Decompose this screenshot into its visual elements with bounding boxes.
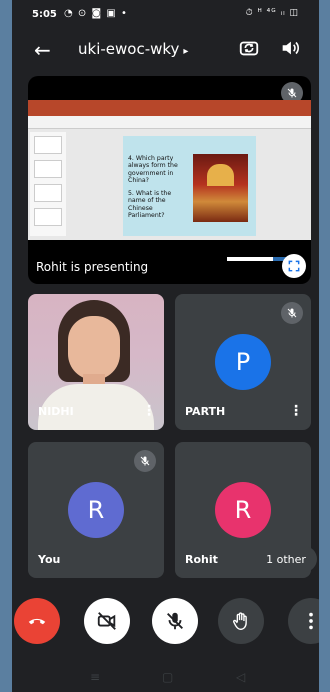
end-call-button[interactable]	[14, 598, 60, 644]
slide-thumbnail	[34, 160, 62, 178]
mic-off-icon	[167, 612, 183, 630]
parliament-emblem	[207, 164, 234, 186]
avatar: R	[68, 482, 124, 538]
slide-question-5: 5. What is the name of the Chinese Parli…	[128, 189, 172, 220]
fullscreen-button[interactable]	[282, 254, 306, 278]
recents-icon[interactable]: ≡	[90, 670, 100, 684]
mic-off-icon	[134, 450, 156, 472]
presentation-tile[interactable]: 4. Which party always form the governmen…	[28, 76, 311, 284]
home-icon[interactable]: ▢	[162, 670, 173, 684]
switch-camera-icon[interactable]	[238, 37, 260, 59]
meeting-title[interactable]: uki-ewoc-wky ▸	[78, 40, 188, 58]
slide-thumbnail	[34, 208, 62, 226]
participant-name: PARTH	[185, 405, 226, 418]
shared-screen: 4. Which party always form the governmen…	[28, 100, 311, 261]
slide-thumbnail	[34, 184, 62, 202]
meeting-header: ← uki-ewoc-wky ▸	[12, 30, 319, 70]
app-ribbon	[28, 100, 311, 116]
participant-name: You	[38, 553, 61, 566]
camera-off-icon	[97, 612, 116, 630]
participant-tile-parth[interactable]: P PARTH ⋮	[175, 294, 311, 430]
meeting-code: uki-ewoc-wky	[78, 40, 180, 58]
presenting-label: Rohit is presenting	[36, 260, 149, 274]
status-time: 5:05	[32, 9, 57, 20]
parliament-image	[193, 154, 248, 222]
hand-icon	[233, 612, 247, 630]
back-arrow-icon[interactable]: ←	[34, 38, 51, 62]
speaker-icon[interactable]	[279, 37, 301, 59]
current-slide: 4. Which party always form the governmen…	[123, 136, 297, 261]
chevron-right-icon: ▸	[183, 46, 189, 57]
participant-name: Rohit	[185, 553, 218, 566]
participant-video-face	[68, 316, 120, 380]
participant-tile-you[interactable]: R You	[28, 442, 164, 578]
mic-toggle-button[interactable]	[152, 598, 198, 644]
slide-thumbnail	[34, 136, 62, 154]
system-navigation-bar: ≡ ▢ ◁	[12, 660, 319, 692]
more-options-button[interactable]	[288, 598, 319, 644]
slide-question-4: 4. Which party always form the governmen…	[128, 155, 178, 185]
more-vert-icon	[309, 612, 313, 630]
raise-hand-button[interactable]	[218, 598, 264, 644]
avatar: R	[215, 482, 271, 538]
app-toolbar	[28, 116, 311, 129]
phone-screen: 5:05 ◔ ⊙ ◙ ▣ • ⏱ ᴴ ⁴ᴳ ᵢₗ ◫ ← uki-ewoc-wk…	[12, 0, 319, 692]
other-participants-chip[interactable]: 1 other	[255, 546, 317, 572]
back-icon[interactable]: ◁	[236, 670, 245, 684]
avatar: P	[215, 334, 271, 390]
camera-toggle-button[interactable]	[84, 598, 130, 644]
more-vert-icon[interactable]: ⋮	[289, 404, 303, 418]
slide-questions: 4. Which party always form the governmen…	[128, 155, 190, 225]
participant-tile-nidhi[interactable]: NIDHI ⋮	[28, 294, 164, 430]
phone-hangup-icon	[28, 618, 46, 625]
system-status-icons: ⏱ ᴴ ⁴ᴳ ᵢₗ ◫	[245, 8, 299, 18]
fullscreen-icon	[288, 260, 300, 272]
slide-thumbnails	[30, 132, 66, 236]
participant-name: NIDHI	[38, 405, 74, 418]
status-bar: 5:05 ◔ ⊙ ◙ ▣ • ⏱ ᴴ ⁴ᴳ ᵢₗ ◫	[12, 0, 319, 30]
mic-off-icon	[281, 302, 303, 324]
notification-icons: ◔ ⊙ ◙ ▣ •	[64, 8, 128, 19]
more-vert-icon[interactable]: ⋮	[142, 404, 156, 418]
